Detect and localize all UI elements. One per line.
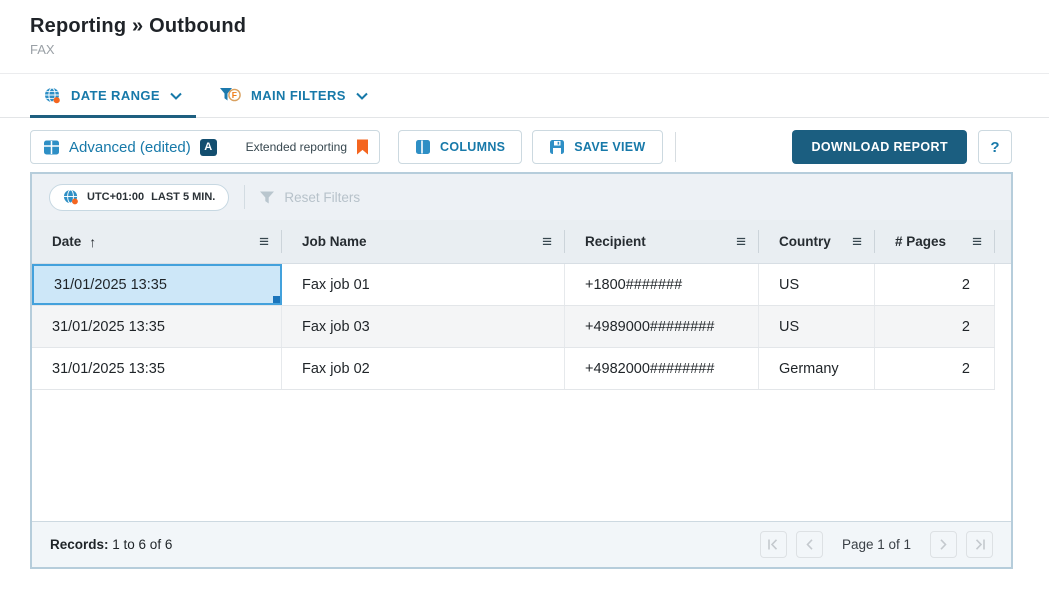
reset-filters-label: Reset Filters <box>284 190 360 205</box>
table-footer: Records: 1 to 6 of 6 Page 1 of 1 <box>32 521 1011 567</box>
cell-country[interactable]: US <box>759 264 875 305</box>
bookmark-icon <box>356 139 369 155</box>
table-body: 31/01/2025 13:35 Fax job 01 +1800#######… <box>32 264 1011 521</box>
cell-recipient[interactable]: +4989000######## <box>565 306 759 347</box>
svg-text:F: F <box>232 90 238 100</box>
cell-date[interactable]: 31/01/2025 13:35 <box>32 306 282 347</box>
tab-main-filters[interactable]: F MAIN FILTERS <box>206 74 382 117</box>
filter-bar: UTC+01:00 LAST 5 MIN. Reset Filters <box>32 174 1011 220</box>
table-header-row: Date ↑ ≡ Job Name ≡ Recipient ≡ Country … <box>32 220 1011 264</box>
columns-icon <box>415 139 431 155</box>
cell-pages[interactable]: 2 <box>875 264 995 305</box>
advanced-badge: A <box>200 139 217 156</box>
toolbar: Advanced (edited) A Extended reporting C… <box>30 130 1012 164</box>
page-indicator: Page 1 of 1 <box>842 537 911 552</box>
chevron-right-icon <box>939 539 948 550</box>
column-menu-icon[interactable]: ≡ <box>972 232 982 252</box>
column-menu-icon[interactable]: ≡ <box>736 232 746 252</box>
time-range-value: LAST 5 MIN. <box>151 191 215 203</box>
download-report-button[interactable]: DOWNLOAD REPORT <box>792 130 967 164</box>
next-page-button[interactable] <box>930 531 957 558</box>
page-subtitle: FAX <box>30 42 246 57</box>
reset-filters-button[interactable]: Reset Filters <box>260 190 360 205</box>
chevron-left-icon <box>805 539 814 550</box>
cell-recipient[interactable]: +1800####### <box>565 264 759 305</box>
view-selector-note: Extended reporting <box>246 140 347 154</box>
cell-job-name[interactable]: Fax job 01 <box>282 264 565 305</box>
pagination: Page 1 of 1 <box>760 531 993 558</box>
cell-country[interactable]: US <box>759 306 875 347</box>
column-header-country[interactable]: Country ≡ <box>759 220 875 263</box>
cell-job-name[interactable]: Fax job 03 <box>282 306 565 347</box>
column-label: # Pages <box>895 234 946 249</box>
filter-bar-divider <box>244 185 245 209</box>
column-header-date[interactable]: Date ↑ ≡ <box>32 220 282 263</box>
help-button[interactable]: ? <box>978 130 1012 164</box>
columns-button[interactable]: COLUMNS <box>398 130 522 164</box>
column-label: Recipient <box>585 234 646 249</box>
tab-bar: DATE RANGE F MAIN FILTERS <box>0 73 1049 118</box>
view-selector-label: Advanced (edited) <box>69 139 191 156</box>
cell-pages[interactable]: 2 <box>875 348 995 389</box>
cell-recipient[interactable]: +4982000######## <box>565 348 759 389</box>
table-view-icon <box>43 139 60 156</box>
chevron-down-icon <box>170 92 182 100</box>
filter-icon: F <box>220 87 241 104</box>
timezone-range-pill[interactable]: UTC+01:00 LAST 5 MIN. <box>49 184 229 211</box>
last-page-icon <box>974 539 986 550</box>
first-page-button[interactable] <box>760 531 787 558</box>
chevron-down-icon <box>356 92 368 100</box>
report-panel: UTC+01:00 LAST 5 MIN. Reset Filters Date… <box>30 172 1013 569</box>
column-header-job-name[interactable]: Job Name ≡ <box>282 220 565 263</box>
table-row[interactable]: 31/01/2025 13:35 Fax job 03 +4989000####… <box>32 306 995 348</box>
column-menu-icon[interactable]: ≡ <box>542 232 552 252</box>
column-menu-icon[interactable]: ≡ <box>259 232 269 252</box>
column-menu-icon[interactable]: ≡ <box>852 232 862 252</box>
page-header: Reporting » Outbound FAX <box>30 15 246 57</box>
first-page-icon <box>767 539 779 550</box>
cell-date[interactable]: 31/01/2025 13:35 <box>32 348 282 389</box>
save-view-button[interactable]: SAVE VIEW <box>532 130 662 164</box>
cell-country[interactable]: Germany <box>759 348 875 389</box>
column-header-pages[interactable]: # Pages ≡ <box>875 220 995 263</box>
column-label: Job Name <box>302 234 367 249</box>
page-title: Reporting » Outbound <box>30 15 246 38</box>
records-summary: Records: 1 to 6 of 6 <box>50 537 172 552</box>
tab-label: MAIN FILTERS <box>251 88 346 103</box>
table-row[interactable]: 31/01/2025 13:35 Fax job 01 +1800#######… <box>32 264 995 306</box>
columns-button-label: COLUMNS <box>440 140 505 154</box>
save-icon <box>549 139 565 155</box>
reset-filter-icon <box>260 191 275 204</box>
toolbar-divider <box>675 132 676 162</box>
cell-job-name[interactable]: Fax job 02 <box>282 348 565 389</box>
tab-label: DATE RANGE <box>71 88 160 103</box>
column-label: Country <box>779 234 831 249</box>
records-label: Records: <box>50 537 109 552</box>
table-row[interactable]: 31/01/2025 13:35 Fax job 02 +4982000####… <box>32 348 995 390</box>
table-empty-area <box>32 390 1011 521</box>
last-page-button[interactable] <box>966 531 993 558</box>
save-view-button-label: SAVE VIEW <box>574 140 645 154</box>
column-header-recipient[interactable]: Recipient ≡ <box>565 220 759 263</box>
timezone-value: UTC+01:00 <box>87 191 144 203</box>
view-selector[interactable]: Advanced (edited) A Extended reporting <box>30 130 380 164</box>
records-value: 1 to 6 of 6 <box>112 537 172 552</box>
globe-icon <box>44 87 61 104</box>
cell-pages[interactable]: 2 <box>875 306 995 347</box>
previous-page-button[interactable] <box>796 531 823 558</box>
tab-date-range[interactable]: DATE RANGE <box>30 74 196 117</box>
cell-date-selected[interactable]: 31/01/2025 13:35 <box>32 264 282 305</box>
sort-ascending-icon[interactable]: ↑ <box>89 234 96 250</box>
globe-icon <box>63 189 79 205</box>
column-label: Date <box>52 234 81 249</box>
